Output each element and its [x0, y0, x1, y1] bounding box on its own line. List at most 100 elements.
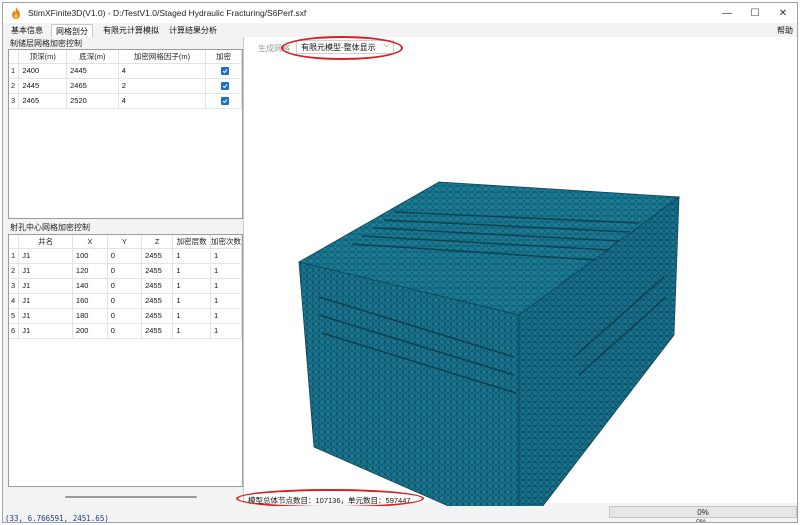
z-cell[interactable]: 2455	[141, 323, 174, 339]
column-header[interactable]: 井名	[18, 235, 73, 249]
z-cell[interactable]: 2455	[141, 308, 174, 324]
help-menu[interactable]: 帮助	[777, 25, 793, 36]
left-panel: 制储层网格加密控制 顶深(m) 底深(m) 加密网格因子(m) 加密 1 240…	[5, 37, 243, 503]
table-row[interactable]: 1 J1 100 0 2455 1 1	[9, 248, 242, 264]
table-row[interactable]: 1 2400 2445 4	[9, 63, 242, 79]
z-cell[interactable]: 2455	[141, 263, 174, 279]
table-row[interactable]: 2 J1 120 0 2455 1 1	[9, 263, 242, 279]
table-row[interactable]: 3 2465 2520 4	[9, 93, 242, 109]
well-cell[interactable]: J1	[18, 278, 73, 294]
factor-cell[interactable]: 4	[118, 93, 207, 109]
row-number: 1	[9, 248, 20, 264]
table-header-row: 顶深(m) 底深(m) 加密网格因子(m) 加密	[9, 50, 242, 64]
z-cell[interactable]: 2455	[141, 293, 174, 309]
layers-cell[interactable]: 1	[172, 323, 211, 339]
times-cell[interactable]: 1	[210, 323, 242, 339]
bottom-depth-cell[interactable]: 2465	[66, 78, 119, 94]
y-cell[interactable]: 0	[107, 323, 143, 339]
row-number: 5	[9, 308, 20, 324]
well-cell[interactable]: J1	[18, 308, 73, 324]
y-cell[interactable]: 0	[107, 248, 143, 264]
x-cell[interactable]: 120	[72, 263, 108, 279]
layers-cell[interactable]: 1	[172, 293, 211, 309]
z-cell[interactable]: 2455	[141, 278, 174, 294]
tab-bar: 基本信息 网格剖分 有限元计算模拟 计算结果分析 帮助	[3, 23, 797, 37]
times-cell[interactable]: 1	[210, 278, 242, 294]
x-cell[interactable]: 100	[72, 248, 108, 264]
perf-refine-title: 射孔中心网格加密控制	[10, 223, 90, 232]
progress-bar: 0%	[609, 506, 797, 518]
close-button[interactable]: ✕	[769, 3, 797, 23]
column-header[interactable]: 加密	[205, 50, 242, 64]
refine-cell	[205, 63, 242, 79]
top-depth-cell[interactable]: 2465	[18, 93, 68, 109]
progress-label: 0%	[697, 507, 709, 517]
column-header[interactable]: 顶深(m)	[18, 50, 68, 64]
tab-fem-simulation[interactable]: 有限元计算模拟	[99, 24, 163, 37]
layers-cell[interactable]: 1	[172, 248, 211, 264]
column-header[interactable]: Y	[107, 235, 143, 249]
times-cell[interactable]: 1	[210, 263, 242, 279]
well-cell[interactable]: J1	[18, 248, 73, 264]
x-cell[interactable]: 200	[72, 323, 108, 339]
bottom-depth-cell[interactable]: 2520	[66, 93, 119, 109]
top-depth-cell[interactable]: 2445	[18, 78, 68, 94]
progress-label-secondary: 0%	[696, 519, 707, 523]
x-cell[interactable]: 180	[72, 308, 108, 324]
model-view-panel: 生成网格 有限元模型-整体显示 ⌵ 模型总体节点数目：107136，单元数目：5…	[236, 36, 797, 508]
bottom-depth-cell[interactable]: 2445	[66, 63, 119, 79]
table-row[interactable]: 3 J1 140 0 2455 1 1	[9, 278, 242, 294]
layers-cell[interactable]: 1	[172, 308, 211, 324]
table-row[interactable]: 5 J1 180 0 2455 1 1	[9, 308, 242, 324]
factor-cell[interactable]: 4	[118, 63, 207, 79]
mesh-model-view[interactable]	[244, 57, 798, 507]
layers-cell[interactable]: 1	[172, 263, 211, 279]
maximize-button[interactable]: ☐	[741, 3, 769, 23]
column-header[interactable]: 加密网格因子(m)	[118, 50, 207, 64]
title-bar: StimXFinite3D(V1.0) - D:/TestV1.0/Staged…	[3, 3, 797, 23]
flame-icon	[10, 7, 22, 19]
well-cell[interactable]: J1	[18, 263, 73, 279]
x-cell[interactable]: 160	[72, 293, 108, 309]
times-cell[interactable]: 1	[210, 293, 242, 309]
column-header[interactable]: Z	[141, 235, 174, 249]
row-number: 3	[9, 93, 20, 109]
tab-basic-info[interactable]: 基本信息	[7, 24, 47, 37]
coordinate-readout: (33, 6.766591, 2451.65)	[5, 514, 109, 522]
column-header[interactable]: 底深(m)	[66, 50, 119, 64]
row-number: 1	[9, 63, 20, 79]
column-header[interactable]: 加密次数	[210, 235, 242, 249]
y-cell[interactable]: 0	[107, 263, 143, 279]
factor-cell[interactable]: 2	[118, 78, 207, 94]
table-row[interactable]: 6 J1 200 0 2455 1 1	[9, 323, 242, 339]
refine-checkbox[interactable]	[221, 66, 230, 75]
row-number: 4	[9, 293, 20, 309]
layers-cell[interactable]: 1	[172, 278, 211, 294]
refine-cell	[205, 93, 242, 109]
top-depth-cell[interactable]: 2400	[18, 63, 68, 79]
header-corner	[9, 235, 20, 249]
refine-checkbox[interactable]	[221, 96, 230, 105]
well-cell[interactable]: J1	[18, 293, 73, 309]
times-cell[interactable]: 1	[210, 248, 242, 264]
column-header[interactable]: X	[72, 235, 108, 249]
table-row[interactable]: 2 2445 2465 2	[9, 78, 242, 94]
perf-refine-table: 井名 X Y Z 加密层数 加密次数 1 J1 100 0 2455 1 1 2…	[8, 234, 243, 487]
y-cell[interactable]: 0	[107, 278, 143, 294]
well-cell[interactable]: J1	[18, 323, 73, 339]
refine-checkbox[interactable]	[221, 81, 230, 90]
tab-mesh[interactable]: 网格剖分	[51, 24, 93, 37]
table-row[interactable]: 4 J1 160 0 2455 1 1	[9, 293, 242, 309]
layer-refine-table: 顶深(m) 底深(m) 加密网格因子(m) 加密 1 2400 2445 4 2…	[8, 49, 243, 219]
y-cell[interactable]: 0	[107, 293, 143, 309]
tab-result-analysis[interactable]: 计算结果分析	[165, 24, 221, 37]
y-cell[interactable]: 0	[107, 308, 143, 324]
times-cell[interactable]: 1	[210, 308, 242, 324]
minimize-button[interactable]: —	[713, 3, 741, 23]
row-number: 6	[9, 323, 20, 339]
z-cell[interactable]: 2455	[141, 248, 174, 264]
row-number: 2	[9, 78, 20, 94]
horizontal-scrollbar[interactable]	[65, 496, 197, 498]
x-cell[interactable]: 140	[72, 278, 108, 294]
column-header[interactable]: 加密层数	[172, 235, 211, 249]
